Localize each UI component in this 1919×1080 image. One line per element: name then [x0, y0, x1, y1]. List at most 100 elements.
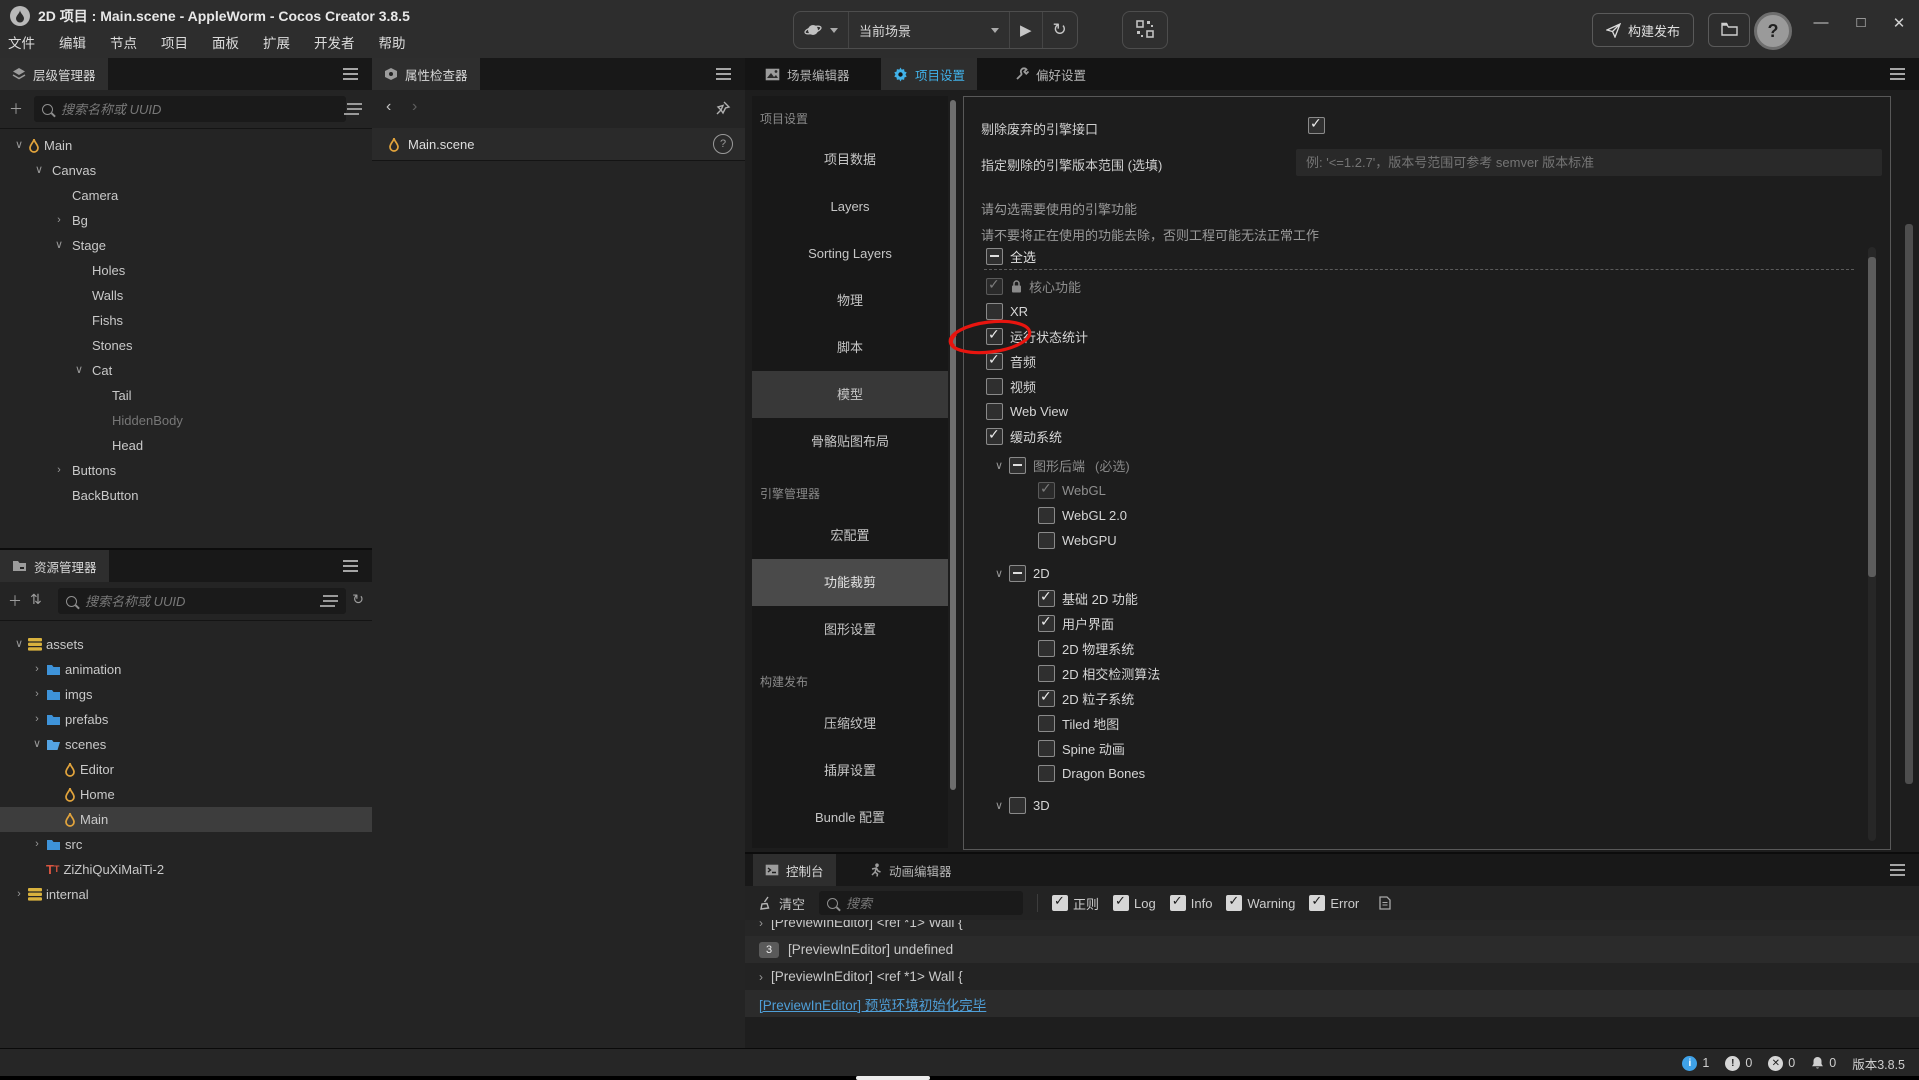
scene-select[interactable]: 当前场景 — [849, 12, 1010, 48]
settings-nav-graphics[interactable]: 图形设置 — [752, 606, 948, 653]
settings-nav-scrollbar[interactable] — [950, 100, 956, 790]
log-checkbox[interactable] — [1113, 893, 1130, 911]
help-circle-icon[interactable]: ? — [713, 134, 733, 154]
status-notifications[interactable]: 0 — [1811, 1056, 1836, 1070]
expand-arrow-icon[interactable]: ∨ — [70, 358, 88, 383]
status-info[interactable]: i 1 — [1682, 1055, 1709, 1071]
document-icon[interactable] — [1379, 896, 1391, 910]
settings-nav-texture-compress[interactable]: 压缩纹理 — [752, 700, 948, 747]
feature-select-all[interactable]: 全选 — [986, 244, 1850, 269]
create-asset-icon[interactable]: ＋ — [8, 591, 22, 611]
expand-arrow-icon[interactable]: ∨ — [30, 158, 48, 183]
tab-project-settings[interactable]: 项目设置 — [881, 58, 978, 90]
settings-nav-project-data[interactable]: 项目数据 — [752, 136, 948, 183]
settings-scrollbar[interactable] — [1905, 224, 1913, 784]
feature-video[interactable]: 视频 — [986, 374, 1850, 399]
filter-icon[interactable] — [347, 103, 362, 105]
hierarchy-search-box[interactable] — [34, 96, 346, 122]
settings-nav-macro-config[interactable]: 宏配置 — [752, 512, 948, 559]
filter-info[interactable]: Info — [1169, 893, 1212, 911]
menu-extension[interactable]: 扩展 — [263, 32, 290, 52]
ui-checkbox[interactable] — [1038, 613, 1055, 632]
feature-2d-base[interactable]: 基础 2D 功能 — [1038, 586, 1850, 611]
tiled-checkbox[interactable] — [1038, 715, 1055, 732]
feature-3d-group[interactable]: ∨ 3D — [989, 793, 1850, 818]
info-checkbox[interactable] — [1169, 893, 1186, 911]
webview-checkbox[interactable] — [986, 403, 1003, 420]
node-row-bg[interactable]: › Bg — [0, 208, 372, 233]
tab-inspector[interactable]: 属性检查器 — [372, 58, 480, 90]
asset-row-main-selected[interactable]: Main — [0, 807, 372, 832]
tab-scene-editor[interactable]: 场景编辑器 — [753, 58, 862, 90]
asset-row-animation[interactable]: › animation — [0, 657, 372, 682]
expand-arrow-icon[interactable]: ∨ — [50, 233, 68, 258]
filter-icon[interactable] — [323, 595, 338, 597]
asset-row-prefabs[interactable]: › prefabs — [0, 707, 372, 732]
filter-log[interactable]: Log — [1113, 893, 1156, 911]
clear-console-button[interactable]: 清空 — [759, 894, 805, 913]
expand-log-icon[interactable]: › — [759, 970, 763, 984]
refresh-icon[interactable]: ↻ — [352, 591, 364, 608]
node-row-stage[interactable]: ∨ Stage — [0, 233, 372, 258]
feature-dragonbones[interactable]: Dragon Bones — [1038, 761, 1850, 786]
error-checkbox[interactable] — [1309, 893, 1326, 911]
settings-nav-physics[interactable]: 物理 — [752, 277, 948, 324]
settings-nav-sorting-layers[interactable]: Sorting Layers — [752, 230, 948, 277]
collapse-arrow-icon[interactable]: › — [28, 657, 46, 682]
dragonbones-checkbox[interactable] — [1038, 765, 1055, 782]
node-row-main[interactable]: ∨ Main — [0, 133, 372, 158]
filter-error[interactable]: Error — [1309, 893, 1359, 911]
tab-assets[interactable]: 资源管理器 — [0, 550, 109, 582]
video-checkbox[interactable] — [986, 378, 1003, 395]
log-row-undefined[interactable]: 3 [PreviewInEditor] undefined — [745, 936, 1919, 963]
particle-2d-checkbox[interactable] — [1038, 688, 1055, 707]
menu-developer[interactable]: 开发者 — [314, 32, 355, 52]
feature-ui[interactable]: 用户界面 — [1038, 611, 1850, 636]
history-back-icon[interactable]: ‹ — [386, 98, 391, 116]
node-row-hiddenbody[interactable]: HiddenBody — [0, 408, 372, 433]
settings-nav-bundle[interactable]: Bundle 配置 — [752, 794, 948, 841]
hierarchy-search-input[interactable] — [59, 100, 338, 118]
close-button[interactable]: ✕ — [1884, 14, 1914, 32]
node-row-backbutton[interactable]: BackButton — [0, 483, 372, 508]
feature-3d-checkbox[interactable] — [1009, 797, 1026, 814]
play-button[interactable]: ▶ — [1010, 12, 1043, 48]
inspector-menu-icon[interactable] — [716, 73, 731, 75]
expand-arrow-icon[interactable]: ∨ — [989, 799, 1009, 812]
help-button[interactable]: ? — [1754, 12, 1792, 50]
warning-checkbox[interactable] — [1226, 893, 1243, 911]
asset-row-assets[interactable]: ∨ assets — [0, 632, 372, 657]
tab-hierarchy[interactable]: 层级管理器 — [0, 58, 108, 90]
log-row-wall[interactable]: › [PreviewInEditor] <ref *1> Wall { — [745, 963, 1919, 990]
gfx-backend-checkbox[interactable] — [1009, 457, 1026, 474]
menu-edit[interactable]: 编辑 — [59, 32, 86, 52]
settings-nav-feature-crop[interactable]: 功能裁剪 — [752, 559, 948, 606]
status-warning[interactable]: ! 0 — [1725, 1055, 1752, 1071]
create-node-icon[interactable]: ＋ — [9, 99, 23, 119]
spine-checkbox[interactable] — [1038, 740, 1055, 757]
asset-row-imgs[interactable]: › imgs — [0, 682, 372, 707]
tween-checkbox[interactable] — [986, 426, 1003, 445]
collapse-arrow-icon[interactable]: › — [50, 208, 68, 233]
tab-preferences[interactable]: 偏好设置 — [1003, 58, 1098, 90]
expand-arrow-icon[interactable]: ∨ — [989, 567, 1009, 580]
feature-webgl2[interactable]: WebGL 2.0 — [1038, 503, 1850, 528]
physics-2d-checkbox[interactable] — [1038, 640, 1055, 657]
asset-row-editor[interactable]: Editor — [0, 757, 372, 782]
assets-search-box[interactable] — [58, 588, 346, 614]
status-error[interactable]: ✕ 0 — [1768, 1055, 1795, 1071]
feature-runtime-stats[interactable]: 运行状态统计 — [986, 324, 1850, 349]
filter-regex[interactable]: 正则 — [1052, 893, 1099, 913]
feature-2d-physics[interactable]: 2D 物理系统 — [1038, 636, 1850, 661]
expand-log-icon[interactable]: › — [759, 920, 763, 930]
feature-webview[interactable]: Web View — [986, 399, 1850, 424]
collapse-arrow-icon[interactable]: › — [10, 882, 28, 907]
log-row-clipped[interactable]: › [PreviewInEditor] <ref *1> Wall { — [745, 920, 1919, 936]
node-row-cat[interactable]: ∨ Cat — [0, 358, 372, 383]
settings-nav-layers[interactable]: Layers — [752, 183, 948, 230]
asset-row-internal[interactable]: › internal — [0, 882, 372, 907]
collapse-arrow-icon[interactable]: › — [28, 682, 46, 707]
select-all-checkbox[interactable] — [986, 248, 1003, 265]
node-row-buttons[interactable]: › Buttons — [0, 458, 372, 483]
asset-row-font[interactable]: TT ZiZhiQuXiMaiTi-2 — [0, 857, 372, 882]
